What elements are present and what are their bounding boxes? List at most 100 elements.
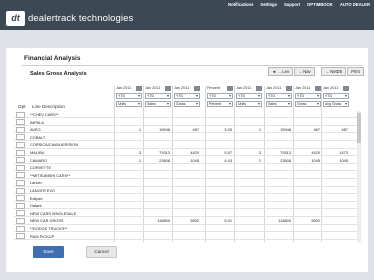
row-option-checkbox[interactable]: [16, 202, 25, 209]
column-date-label: Jan 2011: [116, 86, 132, 90]
table-row: AVEO 1 15948 487 3.05 1 15948 487 487: [14, 126, 360, 134]
nav-button[interactable]: → Nav: [294, 67, 315, 76]
row-description: **MITSUBISHI CARS**: [30, 172, 71, 178]
row-value: 1: [258, 127, 261, 133]
row-description: NEW CAR GROSS: [30, 218, 64, 224]
row-option-checkbox[interactable]: [16, 157, 25, 164]
row-option-checkbox[interactable]: [16, 149, 25, 156]
row-value: 5.01: [224, 218, 232, 224]
row-option-checkbox[interactable]: [16, 164, 25, 171]
print-button[interactable]: Print: [347, 67, 364, 76]
top-bar: dt dealertrack technologies Notification…: [0, 0, 374, 30]
row-value: 1045: [339, 157, 348, 163]
period-select[interactable]: YTD: [116, 93, 142, 99]
row-option-checkbox[interactable]: [16, 195, 25, 202]
metric-select[interactable]: Percent: [207, 101, 233, 107]
calendar-icon[interactable]: [286, 86, 292, 91]
calendar-icon[interactable]: [165, 86, 171, 91]
metric-select[interactable]: Units: [116, 101, 142, 107]
row-option-checkbox[interactable]: [16, 172, 25, 179]
netds-button[interactable]: → NetDS: [321, 67, 347, 76]
support-link[interactable]: Support: [284, 2, 300, 7]
row-option-checkbox[interactable]: [16, 179, 25, 186]
row-option-checkbox[interactable]: [16, 233, 25, 240]
period-select[interactable]: YTD: [207, 93, 233, 99]
period-select[interactable]: YTD: [295, 93, 321, 99]
row-value: 23508: [280, 157, 291, 163]
column-date-label: Jan 2011: [236, 86, 252, 90]
row-description: COBALT: [30, 134, 46, 140]
table-row: RAM PICKUP: [14, 233, 360, 240]
vertical-scrollbar[interactable]: [357, 111, 361, 242]
table-row: CAMARO 1 23508 1045 4.43 1 23508 1045 1045: [14, 157, 360, 164]
calendar-icon[interactable]: [343, 86, 349, 91]
row-value: 1045: [190, 157, 199, 163]
row-description: CORVETTE: [30, 165, 52, 171]
metric-select[interactable]: Gross: [174, 101, 200, 107]
row-description: RAM PICKUP: [30, 233, 55, 239]
row-description: IMPALA: [30, 119, 44, 125]
row-value: 1: [138, 127, 141, 133]
column-date-label: Jan 2011: [295, 86, 311, 90]
column-date-label: Percent: [207, 86, 221, 90]
period-select[interactable]: YTD: [236, 93, 262, 99]
page-title: Financial Analysis: [24, 55, 81, 62]
line-description-header: Line Description: [32, 104, 65, 109]
table-row: **DODGE TRUCKS**: [14, 225, 360, 233]
calendar-icon[interactable]: [194, 86, 200, 91]
period-select[interactable]: YTD: [174, 93, 200, 99]
save-button[interactable]: Save: [33, 246, 64, 258]
table-row: **MITSUBISHI CARS**: [14, 172, 360, 179]
notifications-link[interactable]: Notifications: [228, 2, 253, 7]
metric-select[interactable]: Units: [236, 101, 262, 107]
brand-name: dealertrack technologies: [28, 13, 134, 24]
column-date-label: Jan 2011: [145, 86, 161, 90]
row-option-checkbox[interactable]: [16, 126, 25, 133]
calendar-icon[interactable]: [136, 86, 142, 91]
table-row: Galant: [14, 202, 360, 210]
row-option-checkbox[interactable]: [16, 217, 25, 224]
auto-dealer-link[interactable]: AUTO DEALER: [340, 2, 370, 7]
column-date-label: Jan 2011: [323, 86, 339, 90]
opt-header: Opt: [18, 104, 26, 109]
row-value: 3: [258, 150, 261, 156]
row-description: AVEO: [30, 127, 41, 133]
row-option-checkbox[interactable]: [16, 225, 25, 232]
row-description: Galant: [30, 203, 42, 209]
row-option-checkbox[interactable]: [16, 111, 25, 118]
calendar-icon[interactable]: [227, 86, 233, 91]
row-value: 15948: [280, 127, 291, 133]
row-value: 487: [313, 127, 321, 133]
row-value: 1: [258, 157, 261, 163]
row-description: NEW CARS WHOLESALE: [30, 210, 77, 216]
period-select[interactable]: YTD: [323, 93, 349, 99]
table-row: IMPALA: [14, 119, 360, 126]
row-option-checkbox[interactable]: [16, 119, 25, 126]
row-value: 487: [341, 127, 349, 133]
row-option-checkbox[interactable]: [16, 141, 25, 148]
row-value: 1: [138, 157, 141, 163]
period-select[interactable]: YTD: [145, 93, 171, 99]
table-row: CORVETTE: [14, 164, 360, 172]
row-option-checkbox[interactable]: [16, 187, 25, 194]
period-select[interactable]: YTD: [266, 93, 292, 99]
metric-select[interactable]: Sales: [145, 101, 171, 107]
cancel-button[interactable]: Cancel: [86, 246, 117, 258]
scrollbar-thumb[interactable]: [357, 113, 361, 143]
row-value: 1045: [311, 157, 320, 163]
optimbook-link[interactable]: OPTIMBOOK: [307, 2, 333, 7]
calendar-icon[interactable]: [256, 86, 262, 91]
table-row: **CHEV CARS**: [14, 111, 360, 119]
report-controls: ◄ → Lev → Nav: [268, 67, 315, 76]
row-option-checkbox[interactable]: [16, 210, 25, 217]
metric-select[interactable]: Sales: [266, 101, 292, 107]
level-button[interactable]: ◄ → Lev: [268, 67, 294, 76]
metric-select[interactable]: Avg Gross: [323, 101, 349, 107]
row-description: **DODGE TRUCKS**: [30, 226, 68, 232]
settings-link[interactable]: Settings: [260, 2, 277, 7]
table-row: MALIBU 3 79313 4420 5.57 3 79313 4420 1473: [14, 149, 360, 157]
metric-select[interactable]: Gross: [295, 101, 321, 107]
table-row: NEW CAR GROSS 118800 5902 5.01 118800 5902: [14, 217, 360, 225]
row-value: 5902: [190, 218, 199, 224]
row-option-checkbox[interactable]: [16, 134, 25, 141]
